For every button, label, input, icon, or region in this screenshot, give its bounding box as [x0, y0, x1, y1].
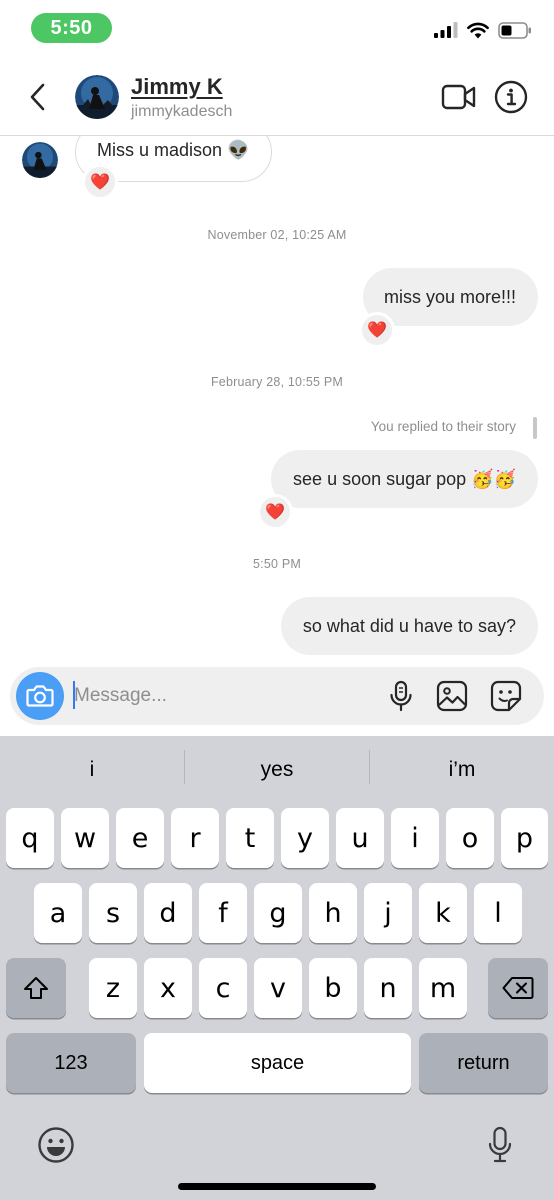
status-bar: 5:50 [0, 0, 554, 58]
profile-photo-icon [75, 75, 119, 119]
key-x[interactable]: x [144, 958, 192, 1018]
key-a[interactable]: a [34, 883, 82, 943]
status-icons [434, 20, 532, 40]
profile-photo-icon [22, 142, 58, 178]
key-z[interactable]: z [89, 958, 137, 1018]
gallery-icon [436, 680, 468, 712]
video-camera-icon [441, 84, 476, 110]
timestamp: 5:50 PM [253, 557, 301, 571]
key-h[interactable]: h [309, 883, 357, 943]
voice-message-button[interactable] [384, 679, 418, 713]
key-f[interactable]: f [199, 883, 247, 943]
sender-avatar[interactable] [22, 142, 58, 178]
key-y[interactable]: y [281, 808, 329, 868]
key-m[interactable]: m [419, 958, 467, 1018]
contact-username: jimmykadesch [131, 103, 233, 120]
delete-backspace-icon [502, 977, 534, 999]
key-u[interactable]: u [336, 808, 384, 868]
key-r[interactable]: r [171, 808, 219, 868]
key-d[interactable]: d [144, 883, 192, 943]
heart-reaction[interactable]: ❤️ [257, 494, 293, 530]
predictive-text-bar: i yes i’m [0, 736, 554, 804]
key-o[interactable]: o [446, 808, 494, 868]
back-button[interactable] [22, 78, 54, 116]
battery-icon [498, 21, 531, 39]
microphone-icon [390, 680, 412, 712]
message-input[interactable] [74, 679, 374, 713]
message-thread[interactable]: Miss u madison 👽 ❤️ November 02, 10:25 A… [0, 136, 554, 666]
outgoing-message-bubble[interactable]: see u soon sugar pop 🥳🥳 [271, 450, 538, 508]
key-g[interactable]: g [254, 883, 302, 943]
return-key[interactable]: return [419, 1033, 548, 1093]
story-reply-bar[interactable] [533, 417, 537, 439]
key-b[interactable]: b [309, 958, 357, 1018]
heart-icon: ❤️ [90, 174, 110, 191]
emoji-icon [38, 1127, 74, 1163]
shift-key[interactable] [6, 958, 66, 1018]
camera-icon [26, 685, 54, 707]
key-v[interactable]: v [254, 958, 302, 1018]
key-k[interactable]: k [419, 883, 467, 943]
timestamp: February 28, 10:55 PM [210, 375, 344, 389]
heart-icon: ❤️ [367, 322, 387, 339]
keyboard: i yes i’m q w e r t y u i o p a s d f g … [0, 736, 554, 1200]
suggestion-2[interactable]: yes [185, 736, 369, 804]
heart-reaction[interactable]: ❤️ [359, 312, 395, 348]
suggestion-1[interactable]: i [0, 736, 184, 804]
key-t[interactable]: t [226, 808, 274, 868]
info-icon [494, 80, 528, 114]
key-j[interactable]: j [364, 883, 412, 943]
cellular-signal-icon [434, 22, 458, 38]
timestamp: November 02, 10:25 AM [207, 228, 347, 242]
key-s[interactable]: s [89, 883, 137, 943]
key-c[interactable]: c [199, 958, 247, 1018]
key-w[interactable]: w [61, 808, 109, 868]
key-e[interactable]: e [116, 808, 164, 868]
suggestion-3[interactable]: i’m [370, 736, 554, 804]
wifi-icon [467, 22, 489, 38]
delete-key[interactable] [488, 958, 548, 1018]
gallery-button[interactable] [435, 679, 469, 713]
key-l[interactable]: l [474, 883, 522, 943]
chat-header: Jimmy K jimmykadesch [0, 58, 554, 136]
heart-reaction[interactable]: ❤️ [82, 164, 118, 200]
info-button[interactable] [494, 80, 528, 114]
video-call-button[interactable] [441, 81, 477, 113]
camera-button[interactable] [16, 672, 64, 720]
key-i[interactable]: i [391, 808, 439, 868]
heart-icon: ❤️ [265, 504, 285, 521]
key-q[interactable]: q [6, 808, 54, 868]
shift-arrow-icon [24, 977, 48, 999]
dictation-button[interactable] [478, 1123, 522, 1167]
home-indicator[interactable] [178, 1183, 376, 1190]
key-n[interactable]: n [364, 958, 412, 1018]
sticker-button[interactable] [489, 679, 523, 713]
outgoing-message-bubble[interactable]: so what did u have to say? [280, 597, 538, 655]
microphone-icon [488, 1126, 512, 1163]
message-composer [10, 667, 544, 725]
numbers-key[interactable]: 123 [6, 1033, 136, 1093]
contact-name[interactable]: Jimmy K [131, 74, 223, 100]
back-chevron-icon [30, 83, 45, 111]
story-reply-note: You replied to their story [370, 419, 516, 434]
space-key[interactable]: space [144, 1033, 411, 1093]
avatar[interactable] [75, 75, 119, 119]
sticker-icon [490, 680, 522, 712]
emoji-keyboard-button[interactable] [34, 1123, 78, 1167]
status-time[interactable]: 5:50 [31, 13, 112, 43]
key-p[interactable]: p [501, 808, 548, 868]
